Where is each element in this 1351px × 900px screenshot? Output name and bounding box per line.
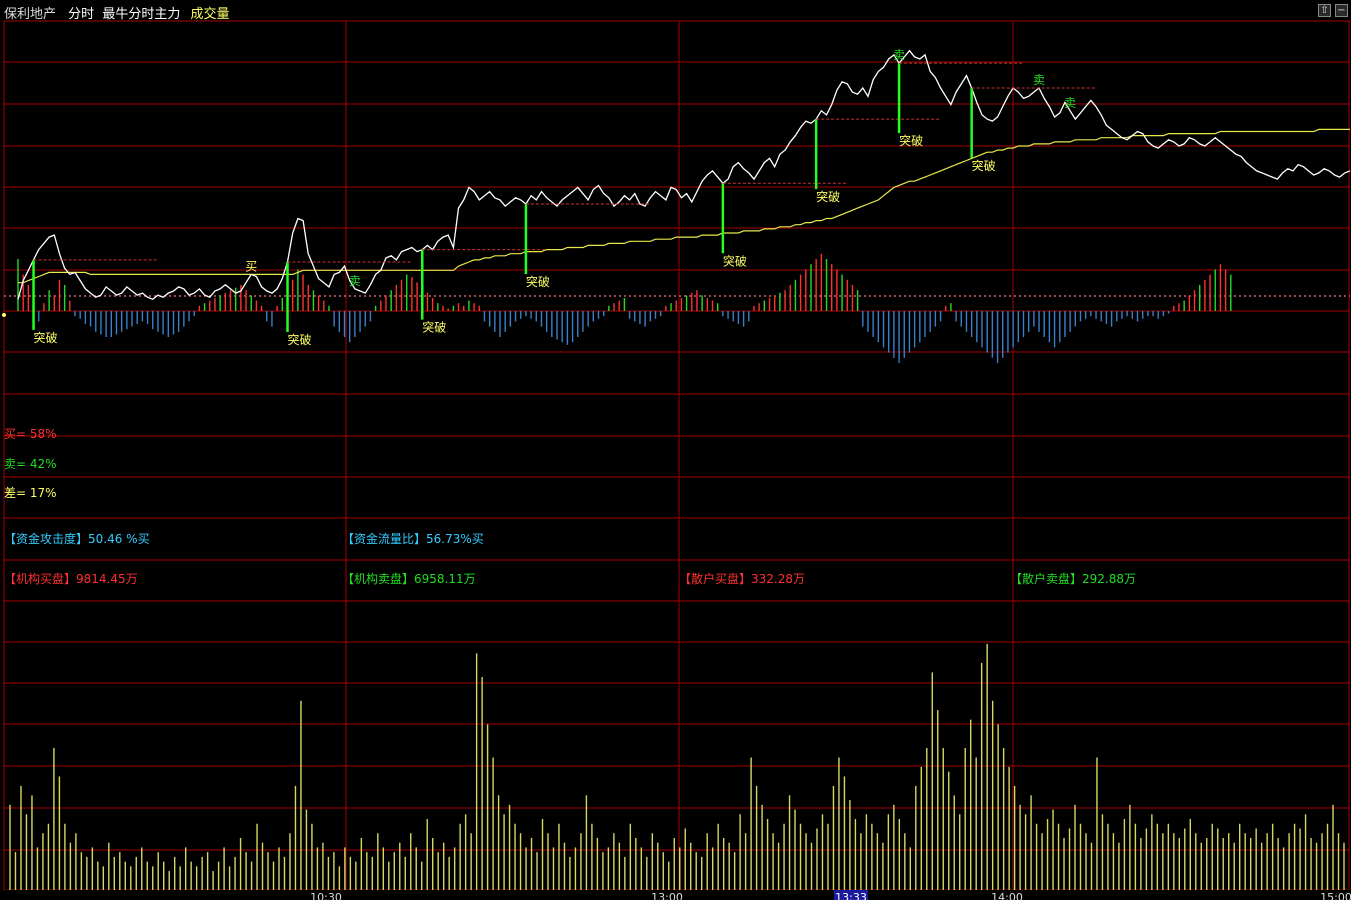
stat-inst-buy-label: 【机构买盘】 [4,571,76,586]
breakout-label: 突破 [972,158,996,173]
breakout-label: 突破 [34,330,58,345]
stat-retail-sell-label: 【散户卖盘】 [1010,571,1082,586]
stat-buy: 买= 58% [4,427,57,441]
sell-signal: 卖 [1064,96,1076,110]
breakout-label: 突破 [288,332,312,347]
up-arrow-icon[interactable]: ⇧ [1318,4,1331,17]
time-tick-label: 13:00 [651,891,683,900]
sub-indicator-name[interactable]: 成交量 [190,7,229,22]
price-line [17,49,1351,301]
stat-attack-label: 【资金攻击度】 [4,531,88,546]
chart-mode[interactable]: 分时 [68,7,94,22]
time-cursor-label: 13:33 [835,891,867,900]
stat-retail-buy-value: 332.28万 [751,572,805,586]
sell-signal: 卖 [893,48,905,62]
stat-flow-value: 56.73%买 [426,532,484,546]
stat-inst-sell-value: 6958.11万 [414,572,476,586]
stat-retail-sell-value: 292.88万 [1082,572,1136,586]
average-price-line [18,128,1350,284]
breakout-label: 突破 [723,253,747,268]
breakout-label: 突破 [899,133,923,148]
stat-sell: 卖= 42% [4,457,57,471]
sell-signal: 卖 [1033,73,1045,87]
indicator-name[interactable]: 最牛分时主力 [102,7,180,22]
stat-inst-buy-value: 9814.45万 [76,572,138,586]
time-tick-label: 15:00 [1320,891,1351,900]
breakout-label: 突破 [816,189,840,204]
breakout-label: 突破 [422,320,446,335]
time-tick-label: 10:30 [310,891,342,900]
stat-attack-value: 50.46 %买 [88,532,150,546]
breakout-label: 突破 [526,274,550,289]
stat-diff: 差= 17% [4,486,57,500]
sell-signal: 卖 [349,274,361,288]
stat-inst-sell-label: 【机构卖盘】 [342,571,414,586]
buy-signal: 买 [245,259,257,273]
start-marker [2,313,6,317]
time-tick-label: 14:00 [991,891,1023,900]
stat-flow-label: 【资金流量比】 [342,531,426,546]
intraday-chart[interactable]: 突破 突破突破突破突破突破突破突破买卖卖卖卖买= 58%卖= 42%差= 17%【… [0,0,1351,900]
chart-title-bar: 保利地产 分时 最牛分时主力 成交量 [4,3,237,22]
minus-icon[interactable]: − [1335,4,1348,17]
stat-retail-buy-label: 【散户买盘】 [679,571,751,586]
stock-name[interactable]: 保利地产 [4,7,56,22]
